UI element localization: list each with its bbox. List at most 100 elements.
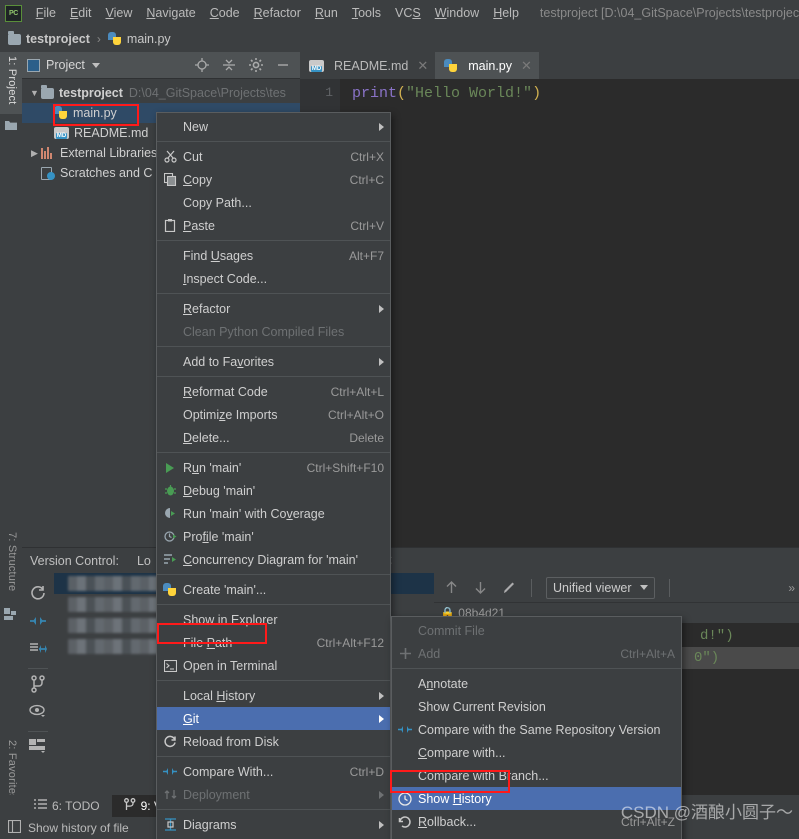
submenu-item-compare-with-branch[interactable]: Compare with Branch... — [392, 764, 681, 787]
menu-item-label: Compare With... — [183, 764, 274, 779]
close-icon[interactable]: ✕ — [521, 58, 532, 74]
collapse-all-icon[interactable] — [222, 58, 236, 72]
menu-item-shortcut: Ctrl+V — [350, 218, 384, 233]
menu-item-profile-main[interactable]: Profile 'main' — [157, 525, 390, 548]
branch-icon[interactable] — [29, 675, 47, 693]
menu-item-compare-with[interactable]: Compare With... Ctrl+D — [157, 760, 390, 783]
menu-vcs[interactable]: VCS — [388, 0, 428, 26]
menu-help[interactable]: Help — [486, 0, 526, 26]
collapse-diff-icon[interactable] — [29, 612, 47, 630]
menu-item-label: Clean Python Compiled Files — [183, 324, 345, 339]
menu-run[interactable]: Run — [308, 0, 345, 26]
menu-item-run-main[interactable]: Run 'main' Ctrl+Shift+F10 — [157, 456, 390, 479]
menu-item-file-path[interactable]: File Path Ctrl+Alt+F12 — [157, 631, 390, 654]
scratches-icon — [41, 166, 55, 180]
group-diff-icon[interactable] — [29, 640, 47, 658]
menu-item-show-in-explorer[interactable]: Show in Explorer — [157, 608, 390, 631]
editor-tab-bar: MD README.md ✕ main.py ✕ — [300, 52, 799, 79]
menu-refactor[interactable]: Refactor — [247, 0, 308, 26]
menu-item-git[interactable]: Git — [157, 707, 390, 730]
sidebar-item-project[interactable]: 1: Project — [0, 52, 22, 114]
hide-panel-icon[interactable] — [276, 58, 290, 72]
menu-separator — [157, 293, 390, 294]
breadcrumb: testproject › main.py — [0, 26, 799, 52]
menu-code[interactable]: Code — [203, 0, 247, 26]
toolbar-overflow-button[interactable]: » — [788, 581, 799, 595]
menu-item-refactor[interactable]: Refactor — [157, 297, 390, 320]
menu-item-delete[interactable]: Delete... Delete — [157, 426, 390, 449]
menu-item-copy-path[interactable]: Copy Path... — [157, 191, 390, 214]
menu-item-add-to-favorites[interactable]: Add to Favorites — [157, 350, 390, 373]
submenu-item-annotate[interactable]: Annotate — [392, 672, 681, 695]
layout-icon[interactable] — [29, 738, 47, 756]
tab-label: README.md — [334, 58, 409, 73]
tab-main-py[interactable]: main.py ✕ — [435, 52, 539, 79]
locate-icon[interactable] — [195, 58, 209, 72]
tree-label: testproject — [59, 86, 123, 100]
menu-navigate[interactable]: Navigate — [139, 0, 202, 26]
rollback-icon — [392, 815, 418, 829]
vcs-tab-local[interactable]: Lo — [131, 554, 157, 568]
chevron-down-icon — [639, 585, 648, 590]
tab-readme-md[interactable]: MD README.md ✕ — [300, 52, 435, 79]
twisty-icon[interactable]: ▶ — [28, 148, 41, 159]
submenu-item-compare-with[interactable]: Compare with... — [392, 741, 681, 764]
menu-separator — [157, 604, 390, 605]
menu-item-concurrency-diagram[interactable]: Concurrency Diagram for 'main' — [157, 548, 390, 571]
menu-tools[interactable]: Tools — [345, 0, 388, 26]
menu-file[interactable]: File — [29, 0, 63, 26]
menu-edit[interactable]: Edit — [63, 0, 99, 26]
menu-view[interactable]: View — [99, 0, 140, 26]
submenu-item-compare-same-repository-version[interactable]: Compare with the Same Repository Version — [392, 718, 681, 741]
menu-item-paste[interactable]: Paste Ctrl+V — [157, 214, 390, 237]
menu-item-cut[interactable]: Cut Ctrl+X — [157, 145, 390, 168]
menu-separator — [157, 452, 390, 453]
menu-item-reformat-code[interactable]: Reformat Code Ctrl+Alt+L — [157, 380, 390, 403]
menu-item-copy[interactable]: Copy Ctrl+C — [157, 168, 390, 191]
menu-item-local-history[interactable]: Local History — [157, 684, 390, 707]
submenu-item-commit-file: Commit File — [392, 619, 681, 642]
tool-tab-todo[interactable]: 6: TODO — [22, 795, 112, 817]
twisty-icon[interactable]: ▼ — [28, 88, 41, 98]
menu-item-debug-main[interactable]: Debug 'main' — [157, 479, 390, 502]
python-file-icon — [444, 58, 458, 73]
menu-item-label: Local History — [183, 688, 256, 703]
breadcrumb-project[interactable]: testproject — [8, 30, 90, 46]
menu-item-find-usages[interactable]: Find Usages Alt+F7 — [157, 244, 390, 267]
menu-item-inspect-code[interactable]: Inspect Code... — [157, 267, 390, 290]
tree-item-testproject[interactable]: ▼ testproject D:\04_GitSpace\Projects\te… — [22, 83, 300, 103]
chevron-down-icon[interactable] — [91, 62, 100, 68]
edit-icon[interactable] — [502, 580, 517, 595]
refresh-icon[interactable] — [29, 584, 47, 602]
profile-icon — [157, 530, 183, 543]
gear-icon[interactable] — [249, 58, 263, 72]
code-string: "Hello World!" — [406, 85, 533, 102]
viewer-mode-select[interactable]: Unified viewer — [546, 576, 655, 599]
menu-item-create-main[interactable]: Create 'main'... — [157, 578, 390, 601]
menu-item-label: Concurrency Diagram for 'main' — [183, 552, 358, 567]
menu-item-new[interactable]: New — [157, 115, 390, 138]
sidebar-item-structure[interactable]: 7: Structure — [0, 528, 22, 602]
tree-label: main.py — [73, 106, 117, 120]
menu-separator — [157, 346, 390, 347]
menu-item-reload-from-disk[interactable]: Reload from Disk — [157, 730, 390, 753]
menu-item-open-in-terminal[interactable]: Open in Terminal — [157, 654, 390, 677]
diff-line-1: d!") — [694, 625, 734, 647]
branch-icon — [123, 798, 136, 814]
menu-item-label: Run 'main' with Coverage — [183, 506, 325, 521]
submenu-item-repository[interactable]: Repository — [392, 833, 681, 839]
breadcrumb-file[interactable]: main.py — [107, 32, 171, 46]
menu-item-optimize-imports[interactable]: Optimize Imports Ctrl+Alt+O — [157, 403, 390, 426]
menu-item-diagrams[interactable]: Diagrams — [157, 813, 390, 836]
structure-icon — [4, 608, 18, 622]
menu-window[interactable]: Window — [428, 0, 486, 26]
divider — [28, 731, 48, 732]
submenu-item-show-current-revision[interactable]: Show Current Revision — [392, 695, 681, 718]
python-file-icon — [107, 32, 122, 46]
menu-item-run-main-with-coverage[interactable]: Run 'main' with Coverage — [157, 502, 390, 525]
previous-change-icon[interactable] — [444, 580, 459, 595]
eye-icon[interactable] — [29, 703, 47, 721]
close-icon[interactable]: ✕ — [417, 58, 428, 74]
menu-separator — [157, 376, 390, 377]
next-change-icon[interactable] — [473, 580, 488, 595]
